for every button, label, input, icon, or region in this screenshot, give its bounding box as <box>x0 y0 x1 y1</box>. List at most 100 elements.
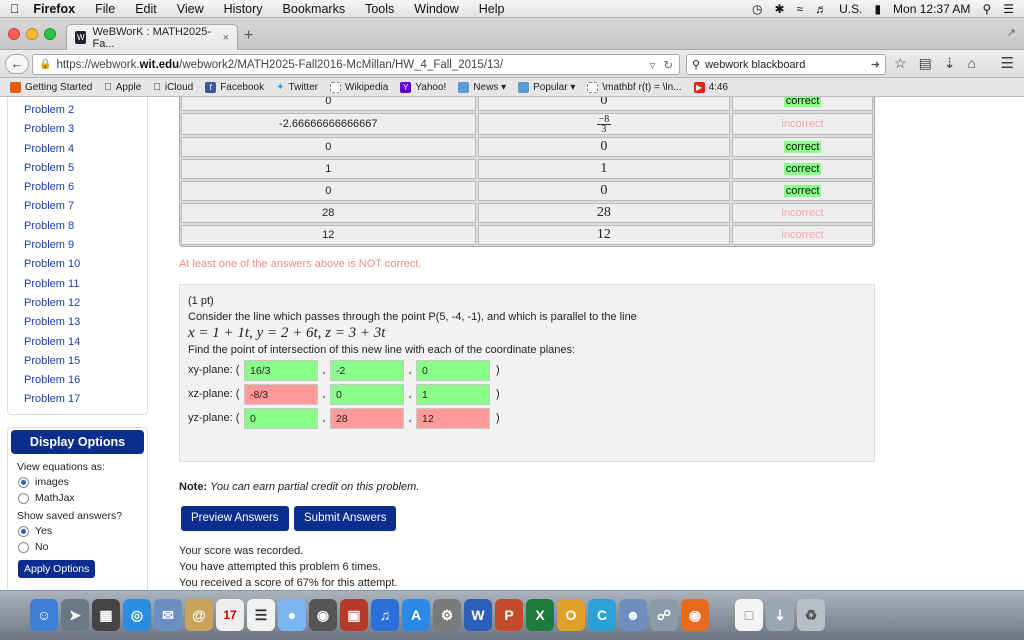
calendar-icon[interactable]: 17 <box>216 599 244 631</box>
bluetooth-icon[interactable]: ✱ <box>774 2 784 16</box>
sidebar-problem-10[interactable]: Problem 10 <box>24 255 147 274</box>
sidebar-problem-6[interactable]: Problem 6 <box>24 178 147 197</box>
facetime-icon[interactable]: ◉ <box>309 599 337 631</box>
bookmark-folder-popular[interactable]: Popular ▾ <box>518 81 575 93</box>
yz-y-input[interactable]: 28 <box>330 407 404 429</box>
sidebar-problem-13[interactable]: Problem 13 <box>24 313 147 332</box>
sidebar-problem-11[interactable]: Problem 11 <box>24 275 147 294</box>
app-store-icon[interactable]: A <box>402 599 430 631</box>
contacts-icon[interactable]: @ <box>185 599 213 631</box>
menu-edit[interactable]: Edit <box>125 2 167 16</box>
menu-history[interactable]: History <box>214 2 273 16</box>
window-zoom-button[interactable] <box>44 28 56 40</box>
input-locale[interactable]: U.S. <box>839 2 862 16</box>
photo-booth-icon[interactable]: ▣ <box>340 599 368 631</box>
radio-selected-icon[interactable] <box>18 525 29 537</box>
reading-list-icon[interactable]: ▤ <box>919 55 932 72</box>
spotlight-icon[interactable]: ⚲ <box>982 2 991 16</box>
window-minimize-button[interactable] <box>26 28 38 40</box>
menu-file[interactable]: File <box>85 2 125 16</box>
bookmark-youtube[interactable]: ▶ 4:46 <box>693 81 728 93</box>
bookmark-wikipedia[interactable]: Wikipedia <box>329 81 388 93</box>
home-icon[interactable]: ⌂ <box>968 55 976 72</box>
hamburger-menu-icon[interactable]: ☰ <box>1001 54 1014 72</box>
word-icon[interactable]: W <box>464 599 492 631</box>
bookmark-icloud[interactable]: iCloud <box>153 82 193 93</box>
back-button[interactable]: ← <box>5 54 29 74</box>
finder-icon[interactable]: ☺ <box>30 599 58 631</box>
reload-icon[interactable]: ↻ <box>663 58 673 72</box>
mission-control-icon[interactable]: ▦ <box>92 599 120 631</box>
sidebar-problem-16[interactable]: Problem 16 <box>24 371 147 390</box>
battery-icon[interactable]: ▮ <box>874 2 881 16</box>
menu-tools[interactable]: Tools <box>355 2 404 16</box>
yz-x-input[interactable]: 0 <box>244 407 318 429</box>
search-bar[interactable]: ⚲ webwork blackboard ➜ <box>686 54 886 75</box>
sidebar-problem-9[interactable]: Problem 9 <box>24 236 147 255</box>
submit-answers-button[interactable]: Submit Answers <box>294 506 397 531</box>
radio-unselected-icon[interactable] <box>18 541 29 553</box>
bookmark-twitter[interactable]: ✦ Twitter <box>276 82 318 93</box>
powerpoint-icon[interactable]: P <box>495 599 523 631</box>
xy-y-input[interactable]: -2 <box>330 359 404 381</box>
excel-icon[interactable]: X <box>526 599 554 631</box>
xy-x-input[interactable]: 16/3 <box>244 359 318 381</box>
radio-no[interactable]: No <box>8 538 147 554</box>
radio-unselected-icon[interactable] <box>18 492 29 504</box>
notification-center-icon[interactable]: ☰ <box>1003 2 1014 16</box>
sidebar-problem-15[interactable]: Problem 15 <box>24 352 147 371</box>
outlook-icon[interactable]: O <box>557 599 585 631</box>
xz-x-input[interactable]: -8/3 <box>244 383 318 405</box>
window-close-button[interactable] <box>8 28 20 40</box>
firefox-dock-icon[interactable]: ◉ <box>681 599 709 631</box>
radio-selected-icon[interactable] <box>18 476 29 488</box>
reminders-icon[interactable]: ☰ <box>247 599 275 631</box>
radio-images[interactable]: images <box>8 473 147 489</box>
bookmark-mathbf[interactable]: \mathbf r(t) = \ln... <box>587 81 682 93</box>
search-input[interactable]: webwork blackboard <box>705 59 805 71</box>
sidebar-problem-17[interactable]: Problem 17 <box>24 390 147 409</box>
sidebar-problem-7[interactable]: Problem 7 <box>24 197 147 216</box>
menu-bookmarks[interactable]: Bookmarks <box>273 2 356 16</box>
launchpad-icon[interactable]: ➤ <box>61 599 89 631</box>
preview-answers-button[interactable]: Preview Answers <box>181 506 289 531</box>
menu-window[interactable]: Window <box>404 2 468 16</box>
bookmark-getting-started[interactable]: Getting Started <box>10 81 92 93</box>
time-machine-icon[interactable]: ◷ <box>752 2 762 16</box>
fullscreen-icon[interactable]: ↗ <box>1007 26 1016 39</box>
disk-utility-icon[interactable]: ☍ <box>650 599 678 631</box>
menu-help[interactable]: Help <box>469 2 515 16</box>
sidebar-problem-5[interactable]: Problem 5 <box>24 159 147 178</box>
yz-z-input[interactable]: 12 <box>416 407 490 429</box>
safari-icon[interactable]: ◎ <box>123 599 151 631</box>
itunes-icon[interactable]: ♫ <box>371 599 399 631</box>
bookmark-star-icon[interactable]: ☆ <box>894 55 907 72</box>
url-bar[interactable]: 🔒 https://webwork.wit.edu/webwork2/MATH2… <box>32 54 680 75</box>
messenger-icon[interactable]: ☻ <box>619 599 647 631</box>
new-tab-button[interactable]: + <box>244 27 253 45</box>
bookmark-apple[interactable]: Apple <box>104 82 141 93</box>
tab-webwork[interactable]: W WeBWorK : MATH2025-Fa... × <box>66 24 238 50</box>
url-dropdown-icon[interactable]: ▿ <box>650 58 656 72</box>
bookmark-yahoo[interactable]: Y Yahoo! <box>400 81 446 93</box>
radio-mathjax[interactable]: MathJax <box>8 489 147 505</box>
volume-icon[interactable]: ♬ <box>815 2 827 16</box>
xz-y-input[interactable]: 0 <box>330 383 404 405</box>
document-icon[interactable]: □ <box>735 599 763 631</box>
apply-options-button[interactable]: Apply Options <box>18 560 96 578</box>
sidebar-problem-14[interactable]: Problem 14 <box>24 333 147 352</box>
sidebar-problem-4[interactable]: Problem 4 <box>24 140 147 159</box>
mail-icon[interactable]: ✉ <box>154 599 182 631</box>
sidebar-problem-2[interactable]: Problem 2 <box>24 101 147 120</box>
system-preferences-icon[interactable]: ⚙ <box>433 599 461 631</box>
wifi-icon[interactable]: ≈ <box>797 2 804 16</box>
sidebar-problem-12[interactable]: Problem 12 <box>24 294 147 313</box>
messages-icon[interactable]: ● <box>278 599 306 631</box>
apple-menu-icon[interactable]:  <box>0 2 29 16</box>
radio-yes[interactable]: Yes <box>8 522 147 538</box>
xy-z-input[interactable]: 0 <box>416 359 490 381</box>
lync-icon[interactable]: C <box>588 599 616 631</box>
downloads-icon[interactable]: ⇣ <box>944 55 956 72</box>
xz-z-input[interactable]: 1 <box>416 383 490 405</box>
trash-icon[interactable]: ♻ <box>797 599 825 631</box>
